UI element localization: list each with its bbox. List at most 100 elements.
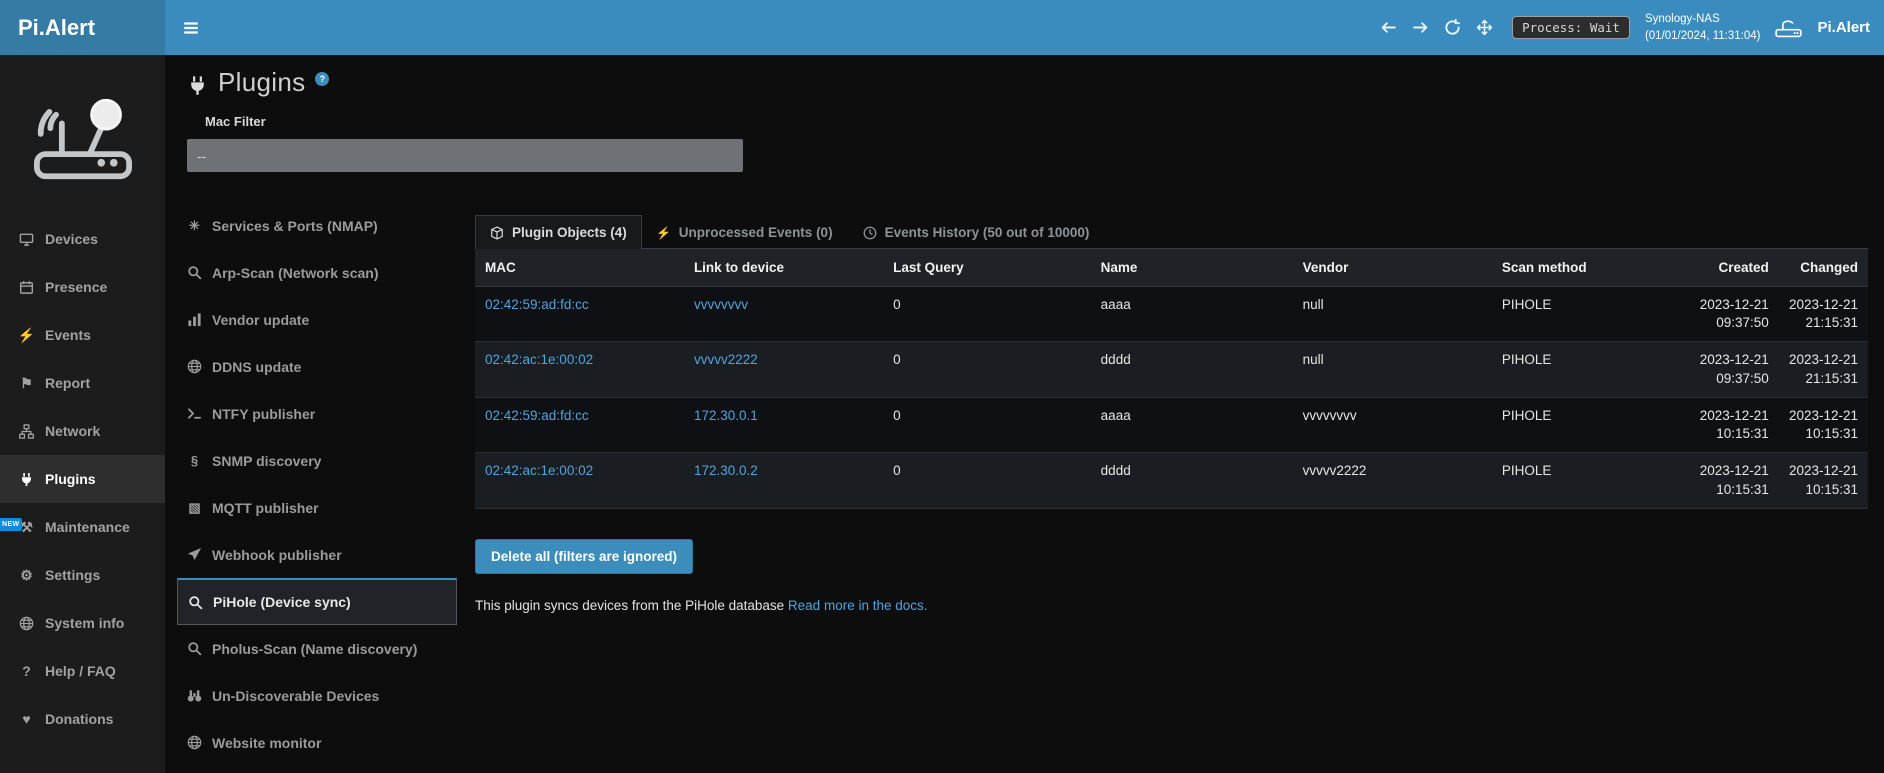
plugin-nav-label: SNMP discovery bbox=[212, 453, 321, 469]
chart-bars-icon bbox=[187, 312, 202, 327]
plugin-nav-item-website-monitor[interactable]: Website monitor bbox=[177, 719, 457, 766]
device-link[interactable]: 172.30.0.1 bbox=[694, 408, 758, 423]
nav-forward-button[interactable] bbox=[1412, 19, 1429, 36]
question-icon: ? bbox=[19, 664, 34, 679]
docs-link[interactable]: Read more in the docs. bbox=[788, 598, 928, 613]
tab-label: Plugin Objects (4) bbox=[512, 225, 627, 240]
table-header-row: MAC Link to device Last Query Name Vendo… bbox=[475, 249, 1868, 287]
cell-changed: 2023-12-21 21:15:31 bbox=[1779, 342, 1868, 397]
tab-unprocessed-events[interactable]: ⚡ Unprocessed Events (0) bbox=[642, 215, 848, 249]
cell-name: aaaa bbox=[1091, 397, 1293, 452]
tab-plugin-objects[interactable]: Plugin Objects (4) bbox=[475, 215, 642, 249]
arrow-right-icon bbox=[1412, 19, 1429, 36]
page-title: Plugins bbox=[218, 67, 305, 98]
topbar: Pi.Alert Process: Wait Synology-NAS (01/… bbox=[0, 0, 1884, 55]
snmp-icon: § bbox=[187, 453, 202, 468]
plugin-nav-item-un-discoverable-devices[interactable]: Un-Discoverable Devices bbox=[177, 672, 457, 719]
col-header-mac: MAC bbox=[475, 249, 684, 287]
sidebar-item-label: Events bbox=[45, 327, 91, 343]
search-icon bbox=[187, 265, 202, 280]
monitor-icon bbox=[19, 232, 34, 247]
nav-back-button[interactable] bbox=[1380, 19, 1397, 36]
plugin-nav-item-arp-scan[interactable]: Arp-Scan (Network scan) bbox=[177, 249, 457, 296]
sidebar-item-label: Maintenance bbox=[45, 519, 130, 535]
plugin-nav-label: Website monitor bbox=[212, 735, 321, 751]
mac-link[interactable]: 02:42:ac:1e:00:02 bbox=[485, 463, 593, 478]
sidebar-item-label: Devices bbox=[45, 231, 98, 247]
device-link[interactable]: vvvvvvvv bbox=[694, 297, 748, 312]
cell-name: dddd bbox=[1091, 453, 1293, 508]
mac-filter-block: Mac Filter bbox=[177, 98, 1868, 172]
sidebar-item-donations[interactable]: ♥ Donations bbox=[0, 695, 165, 743]
arrow-left-icon bbox=[1380, 19, 1397, 36]
table-row: 02:42:ac:1e:00:02 172.30.0.2 0 dddd vvvv… bbox=[475, 453, 1868, 508]
plugin-nav-item-pihole-device-sync[interactable]: PiHole (Device sync) bbox=[177, 578, 457, 625]
sidebar-item-devices[interactable]: Devices bbox=[0, 215, 165, 263]
page-header: Plugins ? bbox=[177, 63, 1868, 98]
help-badge[interactable]: ? bbox=[315, 72, 329, 86]
plugin-nav-item-mqtt-publisher[interactable]: ▧ MQTT publisher bbox=[177, 484, 457, 531]
plugin-nav-item-services-ports-nmap[interactable]: ✳ Services & Ports (NMAP) bbox=[177, 202, 457, 249]
sidebar-item-label: Settings bbox=[45, 567, 100, 583]
move-button[interactable] bbox=[1476, 19, 1493, 36]
plugin-nav-label: Webhook publisher bbox=[212, 547, 342, 563]
delete-all-button[interactable]: Delete all (filters are ignored) bbox=[475, 539, 693, 574]
search-icon bbox=[187, 641, 202, 656]
sidebar-item-events[interactable]: ⚡ Events bbox=[0, 311, 165, 359]
cell-changed: 2023-12-21 10:15:31 bbox=[1779, 453, 1868, 508]
sidebar-item-label: Help / FAQ bbox=[45, 663, 116, 679]
sidebar-item-label: Donations bbox=[45, 711, 113, 727]
mac-link[interactable]: 02:42:ac:1e:00:02 bbox=[485, 352, 593, 367]
cell-name: aaaa bbox=[1091, 287, 1293, 342]
clock-icon bbox=[863, 226, 877, 240]
device-link[interactable]: vvvvv2222 bbox=[694, 352, 758, 367]
sidebar-item-network[interactable]: Network bbox=[0, 407, 165, 455]
col-header-changed: Changed bbox=[1779, 249, 1868, 287]
sidebar-item-plugins[interactable]: Plugins bbox=[0, 455, 165, 503]
mac-filter-label: Mac Filter bbox=[205, 114, 1868, 129]
tab-label: Unprocessed Events (0) bbox=[679, 225, 833, 240]
sidebar-item-system-info[interactable]: System info bbox=[0, 599, 165, 647]
plugin-nav-item-ddns-update[interactable]: DDNS update bbox=[177, 343, 457, 390]
plugin-nav-item-pholus-scan[interactable]: Pholus-Scan (Name discovery) bbox=[177, 625, 457, 672]
mqtt-icon: ▧ bbox=[187, 500, 202, 515]
cell-mac: 02:42:59:ad:fd:cc bbox=[475, 287, 684, 342]
sidebar-item-help-faq[interactable]: ? Help / FAQ bbox=[0, 647, 165, 695]
cell-scan-method: PIHOLE bbox=[1492, 287, 1690, 342]
brand-logo[interactable]: Pi.Alert bbox=[0, 0, 165, 55]
plugin-nav-label: Vendor update bbox=[212, 312, 309, 328]
bolt-icon: ⚡ bbox=[657, 226, 671, 240]
plugin-nav-label: DDNS update bbox=[212, 359, 301, 375]
cell-last-query: 0 bbox=[883, 342, 1091, 397]
col-header-created: Created bbox=[1690, 249, 1779, 287]
mac-filter-input[interactable] bbox=[187, 139, 743, 172]
mac-link[interactable]: 02:42:59:ad:fd:cc bbox=[485, 297, 589, 312]
sidebar-item-maintenance[interactable]: NEW ⚒ Maintenance bbox=[0, 503, 165, 551]
cell-last-query: 0 bbox=[883, 287, 1091, 342]
cell-link-to-device: 172.30.0.1 bbox=[684, 397, 883, 452]
cell-mac: 02:42:59:ad:fd:cc bbox=[475, 397, 684, 452]
plug-icon bbox=[19, 472, 34, 487]
plugin-nav-item-vendor-update[interactable]: Vendor update bbox=[177, 296, 457, 343]
plugin-nav-item-webhook-publisher[interactable]: Webhook publisher bbox=[177, 531, 457, 578]
plugin-description: This plugin syncs devices from the PiHol… bbox=[475, 598, 1868, 613]
sidebar-item-presence[interactable]: Presence bbox=[0, 263, 165, 311]
sidebar-item-settings[interactable]: ⚙ Settings bbox=[0, 551, 165, 599]
calendar-icon bbox=[19, 280, 34, 295]
refresh-icon bbox=[1444, 19, 1461, 36]
menu-toggle-button[interactable] bbox=[165, 0, 217, 55]
cell-changed: 2023-12-21 21:15:31 bbox=[1779, 287, 1868, 342]
sidebar-item-report[interactable]: ⚑ Report bbox=[0, 359, 165, 407]
plugin-nav-item-snmp-discovery[interactable]: § SNMP discovery bbox=[177, 437, 457, 484]
device-link[interactable]: 172.30.0.2 bbox=[694, 463, 758, 478]
tab-events-history[interactable]: Events History (50 out of 10000) bbox=[848, 215, 1105, 249]
refresh-button[interactable] bbox=[1444, 19, 1461, 36]
cell-vendor: null bbox=[1293, 342, 1492, 397]
sidebar-item-label: Network bbox=[45, 423, 100, 439]
plugin-nav-item-ntfy-publisher[interactable]: NTFY publisher bbox=[177, 390, 457, 437]
app-root: Pi.Alert Process: Wait Synology-NAS (01/… bbox=[0, 0, 1884, 773]
col-header-vendor: Vendor bbox=[1293, 249, 1492, 287]
tab-label: Events History (50 out of 10000) bbox=[885, 225, 1090, 240]
mac-link[interactable]: 02:42:59:ad:fd:cc bbox=[485, 408, 589, 423]
table-row: 02:42:59:ad:fd:cc 172.30.0.1 0 aaaa vvvv… bbox=[475, 397, 1868, 452]
